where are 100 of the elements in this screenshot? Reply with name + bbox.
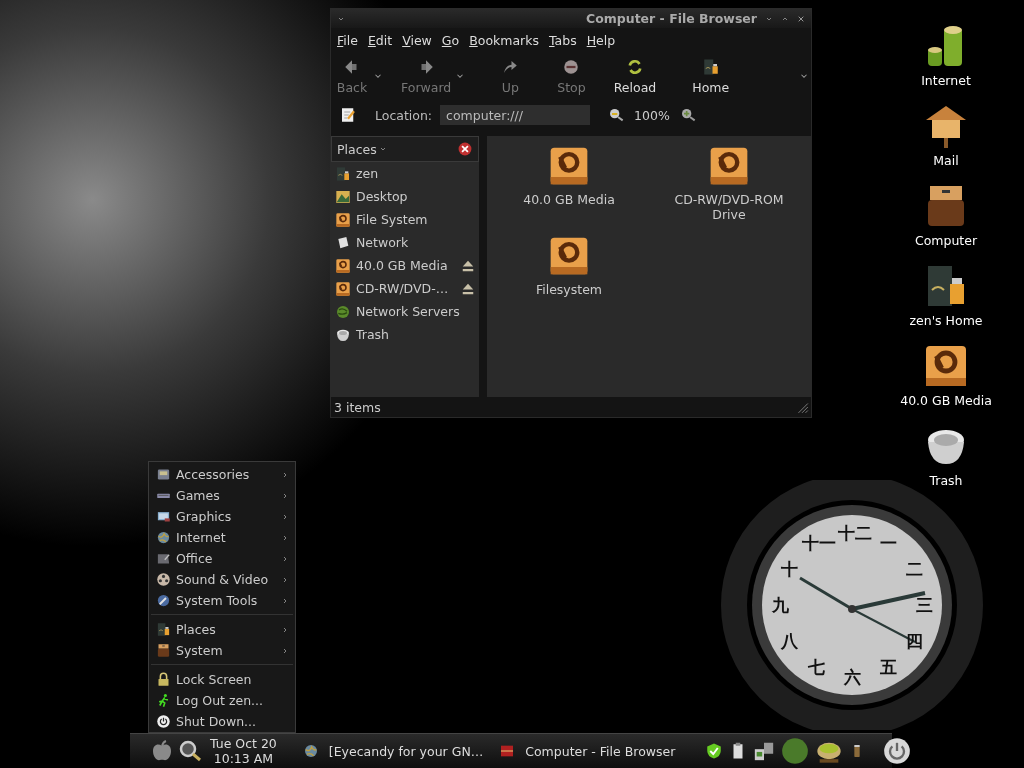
power-button[interactable] [883, 737, 912, 765]
clock-numeral: 十 [780, 558, 800, 581]
menu-entry[interactable]: Log Out zen... [149, 690, 295, 711]
globe-icon [335, 303, 351, 320]
menu-entry[interactable]: Internet [149, 527, 295, 548]
menu-entry[interactable]: Lock Screen [149, 669, 295, 690]
book-icon [156, 622, 171, 637]
padlock-icon [156, 672, 171, 687]
menu-item[interactable]: Go [437, 32, 466, 48]
zoom-level: 100% [634, 107, 670, 123]
power-icon [156, 714, 171, 729]
picture-icon [156, 509, 171, 524]
menu-item[interactable]: Bookmarks [465, 32, 545, 48]
sidebar-item[interactable]: zen [356, 166, 475, 181]
shield-check-icon [705, 742, 724, 760]
desktop-icon-label[interactable]: 40.0 GB Media [900, 393, 992, 408]
menu-entry[interactable]: Office [149, 548, 295, 569]
zoom-out-button[interactable] [608, 107, 625, 123]
box-icon [156, 467, 171, 482]
location-field[interactable]: computer:/// [440, 105, 591, 125]
desktop-icon-label[interactable]: Computer [914, 233, 978, 248]
book-icon [701, 57, 720, 76]
menu-entry[interactable]: System Tools [149, 590, 295, 611]
clock-numeral: 十二 [838, 522, 872, 545]
date-text: Tue Oct 20 [210, 736, 277, 751]
zoom-in-button[interactable] [679, 107, 696, 123]
avatar-icon [781, 737, 810, 765]
task-button[interactable]: [Eyecandy for your GN… [296, 743, 490, 759]
wooden-box-icon [335, 280, 351, 297]
menu-entry[interactable]: Accessories [149, 464, 295, 485]
eject-icon [461, 258, 475, 273]
sidebar-item[interactable]: CD-RW/DVD-… [356, 281, 456, 296]
main-menu-button[interactable] [150, 739, 174, 763]
eject-button[interactable] [461, 258, 475, 273]
search-icon [178, 739, 202, 763]
zoom-out-icon [608, 107, 625, 123]
sidebar-item[interactable]: File System [356, 212, 475, 227]
close-icon [797, 14, 805, 23]
file-item-label[interactable]: Filesystem [509, 282, 629, 297]
location-label: Location: [375, 107, 433, 123]
sidebar-item[interactable]: Desktop [356, 189, 475, 204]
clock-numeral: 一 [878, 531, 898, 555]
window-title: Computer - File Browser [586, 11, 757, 26]
apple-icon [150, 739, 174, 763]
menu-item[interactable]: Tabs [545, 32, 583, 48]
film-reel-icon [156, 572, 171, 587]
caret-icon [378, 145, 387, 153]
toolbar-button[interactable]: Home [674, 57, 748, 95]
paper-icon [335, 234, 351, 251]
desktop-icon-label[interactable]: Internet [921, 73, 971, 88]
eject-icon [461, 281, 475, 296]
desktop-icon-label[interactable]: zen's Home [909, 313, 983, 328]
wooden-box-icon [335, 257, 351, 274]
pouch-icon [156, 643, 171, 658]
network-icon [753, 740, 776, 762]
notepad-icon [339, 106, 357, 124]
running-figure-icon [156, 693, 171, 708]
clock-numeral: 三 [914, 594, 934, 617]
globe-icon [302, 743, 319, 759]
menu-item[interactable]: View [398, 32, 438, 48]
menu-item[interactable]: Help [582, 32, 622, 48]
menu-item[interactable]: Edit [363, 32, 399, 48]
menu-entry[interactable]: Places [149, 619, 295, 640]
zoom-in-icon [679, 107, 696, 123]
file-item-label[interactable]: 40.0 GB Media [509, 192, 629, 207]
sidebar-item[interactable]: Network Servers [356, 304, 475, 319]
menu-entry[interactable]: Graphics [149, 506, 295, 527]
power-icon [883, 737, 912, 765]
eject-button[interactable] [461, 281, 475, 296]
landscape-icon [335, 188, 351, 205]
desktop-icon-label[interactable]: Mail [933, 153, 959, 168]
clock-numeral: 六 [842, 666, 862, 689]
clock-numeral: 四 [904, 630, 924, 653]
clock-numeral: 十一 [802, 531, 836, 555]
sidebar-item[interactable]: Trash [356, 327, 475, 342]
close-sidebar-button[interactable] [458, 142, 472, 156]
clock-numeral: 二 [904, 558, 924, 581]
clock-numeral: 九 [770, 594, 790, 617]
toolbar-button[interactable]: Reload [595, 57, 675, 95]
sidebar-item[interactable]: Network [356, 235, 475, 250]
menu-entry[interactable]: System [149, 640, 295, 661]
clock-numeral: 八 [780, 630, 800, 653]
menu-item[interactable]: File [333, 32, 364, 48]
menu-entry[interactable]: Shut Down... [149, 711, 295, 732]
search-button[interactable] [178, 739, 202, 763]
task-button[interactable]: Computer - File Browser [493, 743, 682, 759]
desktop-icon-label[interactable]: Trash [929, 473, 963, 488]
file-item-label[interactable]: CD-RW/DVD-ROM Drive [669, 192, 789, 222]
clock-numeral: 七 [806, 656, 826, 680]
wooden-box-icon [335, 211, 351, 228]
globe-icon [156, 530, 171, 545]
status-text: 3 items [334, 399, 381, 415]
stop-icon [562, 57, 581, 76]
edit-location-button[interactable] [339, 106, 357, 124]
menu-entry[interactable]: Sound & Video [149, 569, 295, 590]
resize-grip-icon [795, 400, 809, 414]
time-text: 10:13 AM [213, 751, 274, 766]
sidebar-item[interactable]: 40.0 GB Media [356, 258, 456, 273]
menu-entry[interactable]: Games [149, 485, 295, 506]
drawer-icon [499, 743, 516, 759]
